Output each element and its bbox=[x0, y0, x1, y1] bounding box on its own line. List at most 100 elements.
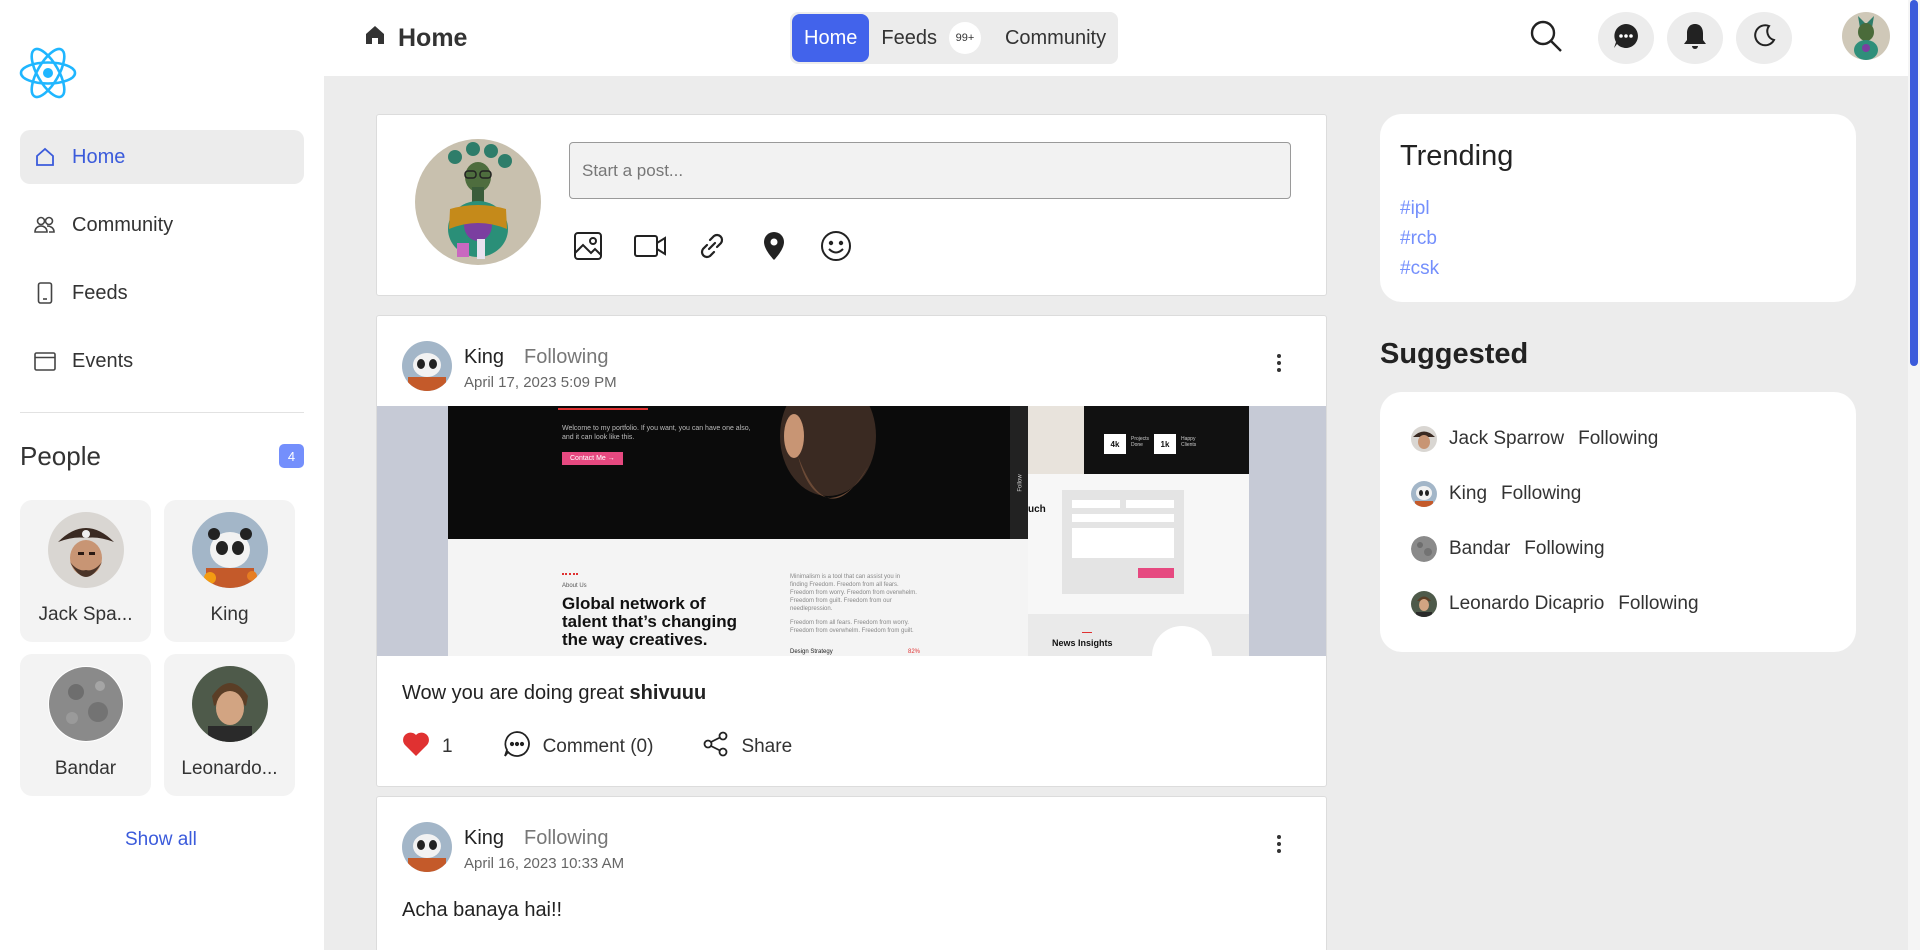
suggested-user-name: Leonardo Dicaprio bbox=[1449, 593, 1605, 614]
sidebar-item-label: Community bbox=[72, 213, 174, 236]
post-date: April 17, 2023 5:09 PM bbox=[464, 374, 617, 391]
trending-tag[interactable]: #csk bbox=[1400, 258, 1439, 280]
heart-icon bbox=[402, 731, 442, 763]
trending-tag[interactable]: #ipl bbox=[1400, 198, 1430, 220]
follow-status[interactable]: Following bbox=[524, 346, 608, 369]
tab-community[interactable]: Community bbox=[993, 14, 1118, 62]
sidebar-item-feeds[interactable]: Feeds bbox=[20, 266, 304, 320]
post-text-mention: shivuuu bbox=[629, 682, 707, 704]
post-username[interactable]: King bbox=[464, 827, 504, 850]
suggested-user-row[interactable]: Bandar Following bbox=[1411, 536, 1605, 562]
image-touch-label: uch bbox=[1028, 504, 1046, 515]
follow-status[interactable]: Following bbox=[1524, 538, 1604, 560]
theme-toggle-button[interactable] bbox=[1736, 12, 1792, 64]
post-text-plain: Wow you are doing great bbox=[402, 682, 630, 704]
follow-status[interactable]: Following bbox=[1578, 428, 1658, 450]
image-social-strip: Follow bbox=[1010, 406, 1028, 539]
comment-label: Comment (0) bbox=[542, 736, 654, 757]
avatar bbox=[47, 666, 124, 742]
image-underline bbox=[558, 406, 648, 410]
image-accent-line bbox=[562, 573, 578, 575]
image-stat-2: 1k bbox=[1154, 434, 1176, 454]
people-title: People bbox=[20, 441, 101, 471]
users-icon bbox=[34, 214, 56, 236]
messages-button[interactable] bbox=[1598, 12, 1654, 64]
image-hero: Welcome to my portfolio. If you want, yo… bbox=[448, 406, 1028, 539]
image-stat-2-label: Happy Clients bbox=[1181, 436, 1197, 448]
person-card-jack[interactable]: Jack Spa... bbox=[20, 500, 151, 642]
composer-tools bbox=[571, 230, 881, 265]
suggested-user-name: King bbox=[1449, 483, 1488, 504]
avatar bbox=[1411, 536, 1437, 562]
search-button[interactable] bbox=[1518, 12, 1574, 64]
tab-home[interactable]: Home bbox=[792, 14, 870, 62]
image-news-label: News Insights bbox=[1052, 638, 1113, 648]
follow-status[interactable]: Following bbox=[1618, 593, 1698, 615]
sidebar-item-home[interactable]: Home bbox=[20, 130, 304, 184]
person-card-bandar[interactable]: Bandar bbox=[20, 654, 151, 796]
post-image[interactable]: Welcome to my portfolio. If you want, yo… bbox=[377, 406, 1326, 656]
image-body-text-2: Freedom from all fears. Freedom from wor… bbox=[790, 620, 914, 634]
suggested-user-row[interactable]: King Following bbox=[1411, 481, 1581, 507]
avatar[interactable] bbox=[402, 341, 452, 391]
sidebar-item-events[interactable]: Events bbox=[20, 334, 304, 388]
notification-badge: 99+ bbox=[948, 22, 981, 54]
post-card: King Following April 16, 2023 10:33 AM A… bbox=[376, 796, 1327, 950]
react-logo-icon[interactable] bbox=[18, 46, 78, 100]
suggested-user-row[interactable]: Leonardo Dicaprio Following bbox=[1411, 591, 1699, 617]
tablet-icon bbox=[34, 282, 56, 304]
post-text: Acha banaya hai!! bbox=[402, 899, 563, 921]
video-button[interactable] bbox=[633, 231, 667, 265]
comment-button[interactable]: Comment (0) bbox=[503, 730, 654, 764]
image-form-textarea bbox=[1072, 528, 1174, 558]
image-stat-1: 4k bbox=[1104, 434, 1126, 454]
avatar[interactable] bbox=[402, 822, 452, 872]
page-scrollbar[interactable] bbox=[1908, 0, 1920, 950]
user-avatar[interactable] bbox=[1842, 12, 1890, 60]
top-bar: Home Home Feeds 99+ Community bbox=[324, 0, 1908, 76]
sidebar-item-label: Home bbox=[72, 145, 126, 168]
post-username[interactable]: King bbox=[464, 346, 504, 369]
sidebar-item-community[interactable]: Community bbox=[20, 198, 304, 252]
person-card-leonardo[interactable]: Leonardo... bbox=[164, 654, 295, 796]
image-form-field bbox=[1072, 514, 1174, 522]
person-card-king[interactable]: King bbox=[164, 500, 295, 642]
more-vertical-icon bbox=[1276, 353, 1282, 378]
share-button[interactable]: Share bbox=[703, 731, 792, 763]
trending-tag[interactable]: #rcb bbox=[1400, 228, 1437, 250]
post-input[interactable] bbox=[569, 142, 1291, 199]
post-menu-button[interactable] bbox=[1262, 829, 1296, 863]
chat-bubble-icon bbox=[1612, 22, 1640, 55]
people-count-badge: 4 bbox=[279, 444, 304, 468]
like-button[interactable]: 1 bbox=[402, 731, 453, 763]
location-button[interactable] bbox=[757, 231, 791, 265]
suggested-user-row[interactable]: Jack Sparrow Following bbox=[1411, 426, 1658, 452]
location-pin-icon bbox=[762, 231, 786, 266]
notifications-button[interactable] bbox=[1667, 12, 1723, 64]
post-menu-button[interactable] bbox=[1262, 348, 1296, 382]
page-title: Home bbox=[364, 24, 467, 53]
sidebar-item-label: Feeds bbox=[72, 281, 128, 304]
avatar bbox=[191, 512, 268, 588]
follow-status[interactable]: Following bbox=[1501, 483, 1581, 505]
tab-label: Community bbox=[1004, 26, 1107, 49]
post-date: April 16, 2023 10:33 AM bbox=[464, 855, 625, 872]
image-stats-section: 4k Projects Done 1k Happy Clients bbox=[1028, 406, 1249, 474]
emoji-button[interactable] bbox=[819, 230, 853, 265]
image-button[interactable] bbox=[571, 231, 605, 265]
image-body-text: Minimalism is a tool that can assist you… bbox=[790, 574, 917, 612]
image-form-button bbox=[1138, 568, 1174, 578]
link-button[interactable] bbox=[695, 231, 729, 265]
follow-status[interactable]: Following bbox=[524, 827, 608, 850]
more-vertical-icon bbox=[1276, 834, 1282, 859]
show-all-link[interactable]: Show all bbox=[125, 829, 197, 851]
trending-panel: Trending #ipl #rcb #csk bbox=[1380, 114, 1856, 302]
image-room-photo bbox=[1028, 406, 1084, 474]
sidebar: Home Community Feeds Events People 4 Jac… bbox=[0, 0, 324, 950]
scrollbar-thumb[interactable] bbox=[1910, 0, 1918, 366]
tab-feeds[interactable]: Feeds 99+ bbox=[869, 14, 993, 62]
home-outline-icon bbox=[34, 146, 56, 168]
image-follow-label: Follow bbox=[1017, 474, 1024, 492]
top-tabs: Home Feeds 99+ Community bbox=[790, 12, 1118, 64]
image-stat-1-label: Projects Done bbox=[1131, 436, 1150, 448]
